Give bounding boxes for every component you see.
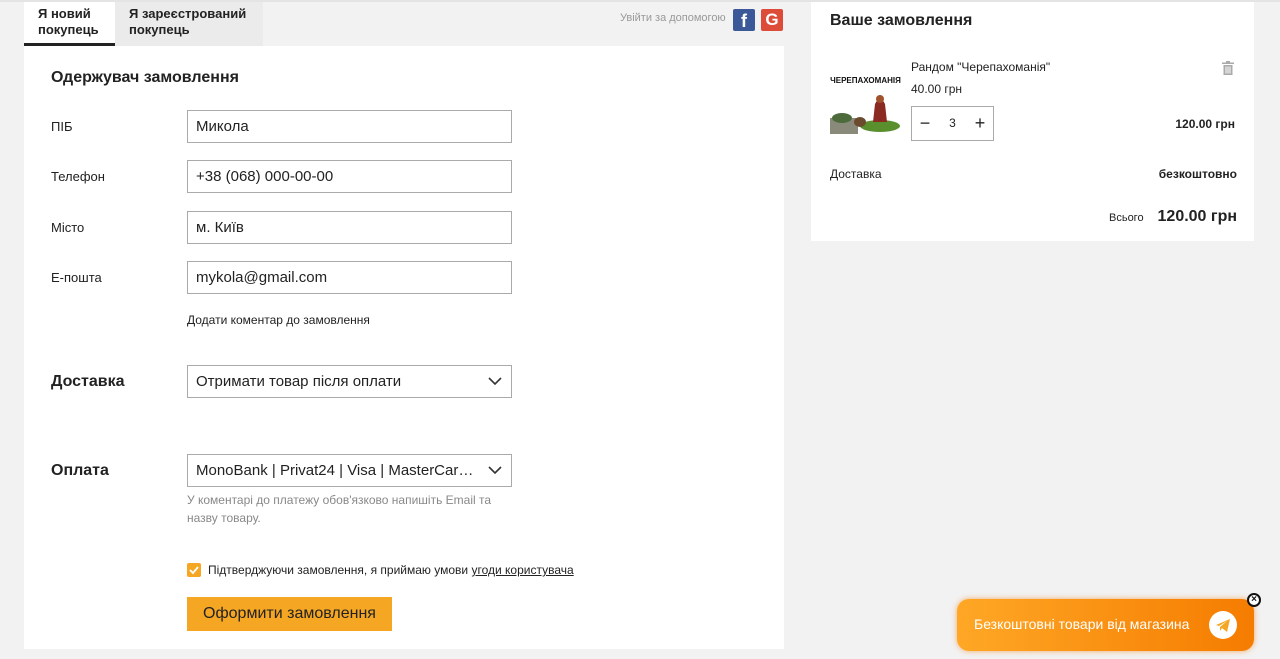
line-total: 120.00 грн <box>1175 117 1235 131</box>
email-input[interactable]: mykola@gmail.com <box>187 261 512 294</box>
user-agreement-link[interactable]: угоди користувача <box>471 563 573 577</box>
product-thumbnail[interactable]: ЧЕРЕПАХОМАНІЯ <box>830 66 901 136</box>
tab-new-customer[interactable]: Я новий покупець <box>24 2 115 46</box>
phone-label: Телефон <box>51 169 105 184</box>
shipping-label: Доставка <box>830 167 882 181</box>
trash-icon[interactable] <box>1222 61 1234 75</box>
city-label: Місто <box>51 220 85 235</box>
city-input[interactable]: м. Київ <box>187 211 512 244</box>
shipping-value: безкоштовно <box>1158 167 1237 181</box>
minus-icon[interactable]: − <box>912 107 938 140</box>
add-comment-link[interactable]: Додати коментар до замовлення <box>187 313 370 327</box>
email-label: Е-пошта <box>51 270 102 285</box>
phone-input[interactable]: +38 (068) 000-00-00 <box>187 160 512 193</box>
payment-hint: У коментарі до платежу обов'язково напиш… <box>187 493 492 525</box>
google-icon[interactable]: G <box>761 9 783 31</box>
delivery-selected-value: Отримати товар після оплати <box>196 373 402 390</box>
telegram-icon <box>1209 611 1237 639</box>
facebook-icon[interactable]: f <box>733 9 755 31</box>
agreement-text: Підтверджуючи замовлення, я приймаю умов… <box>208 563 574 577</box>
chevron-down-icon <box>488 377 502 386</box>
checkmark-icon <box>189 566 199 575</box>
name-input[interactable]: Микола <box>187 110 512 143</box>
close-icon[interactable]: × <box>1247 593 1261 607</box>
total-value: 120.00 грн <box>1157 208 1237 225</box>
name-label: ПІБ <box>51 119 73 134</box>
delivery-select[interactable]: Отримати товар після оплати <box>187 365 512 398</box>
delivery-label: Доставка <box>51 373 125 390</box>
plus-icon[interactable]: + <box>967 107 993 140</box>
chevron-down-icon <box>488 466 502 475</box>
payment-label: Оплата <box>51 462 109 479</box>
payment-select[interactable]: MonoBank | Privat24 | Visa | MasterCard … <box>187 454 512 487</box>
promo-banner[interactable]: Безкоштовні товари від магазина <box>957 599 1254 651</box>
quantity-value[interactable]: 3 <box>938 107 967 140</box>
agreement-checkbox[interactable] <box>187 563 201 577</box>
product-image <box>830 95 900 134</box>
agreement-label: Підтверджуючи замовлення, я приймаю умов… <box>208 563 472 577</box>
product-price: 40.00 грн <box>911 82 963 96</box>
payment-selected-value: MonoBank | Privat24 | Visa | MasterCard … <box>196 462 492 479</box>
submit-order-button[interactable]: Оформити замовлення <box>187 597 392 631</box>
quantity-stepper: − 3 + <box>911 106 994 141</box>
checkout-form: Одержувач замовлення ПІБ Микола Телефон … <box>24 46 784 649</box>
order-summary: Ваше замовлення ЧЕРЕПАХОМАНІЯ Рандом "Че… <box>811 2 1254 241</box>
customer-tabs: Я новий покупець Я зареєстрований покупе… <box>24 2 784 46</box>
promo-text: Безкоштовні товари від магазина <box>974 616 1190 632</box>
order-title: Ваше замовлення <box>830 12 973 29</box>
product-name[interactable]: Рандом "Черепахоманія" <box>911 60 1050 74</box>
total-label: Всього <box>1109 212 1144 224</box>
social-login-label: Увійти за допомогою <box>620 12 726 24</box>
recipient-title: Одержувач замовлення <box>51 69 239 86</box>
tab-registered-customer[interactable]: Я зареєстрований покупець <box>115 2 263 46</box>
